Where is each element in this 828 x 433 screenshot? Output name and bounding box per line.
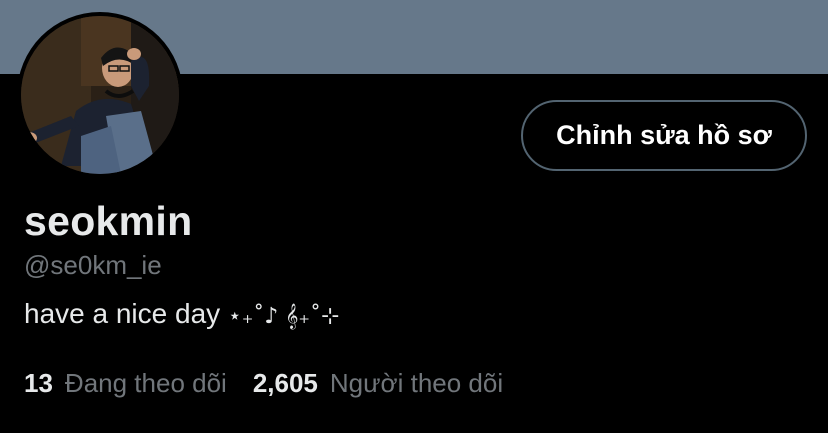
- following-count: 13: [24, 368, 53, 398]
- bio-text: have a nice day: [24, 298, 228, 329]
- following-label: Đang theo dõi: [64, 368, 227, 398]
- display-name: seokmin: [24, 198, 193, 244]
- bio-decoration: ⋆₊˚♪ 𝄞₊˚⊹: [227, 304, 340, 329]
- avatar-photo: [21, 16, 179, 174]
- edit-profile-button[interactable]: Chỉnh sửa hồ sơ: [521, 100, 807, 171]
- avatar-border: [17, 12, 183, 178]
- followers-link[interactable]: 2,605 Người theo dõi: [253, 368, 503, 399]
- user-handle: @se0km_ie: [24, 250, 162, 280]
- following-link[interactable]: 13 Đang theo dõi: [24, 368, 227, 399]
- follow-stats: 13 Đang theo dõi 2,605 Người theo dõi: [24, 368, 503, 399]
- avatar[interactable]: [21, 16, 179, 174]
- bio: have a nice day ⋆₊˚♪ 𝄞₊˚⊹: [24, 298, 339, 330]
- followers-label: Người theo dõi: [329, 368, 504, 398]
- followers-count: 2,605: [252, 368, 318, 398]
